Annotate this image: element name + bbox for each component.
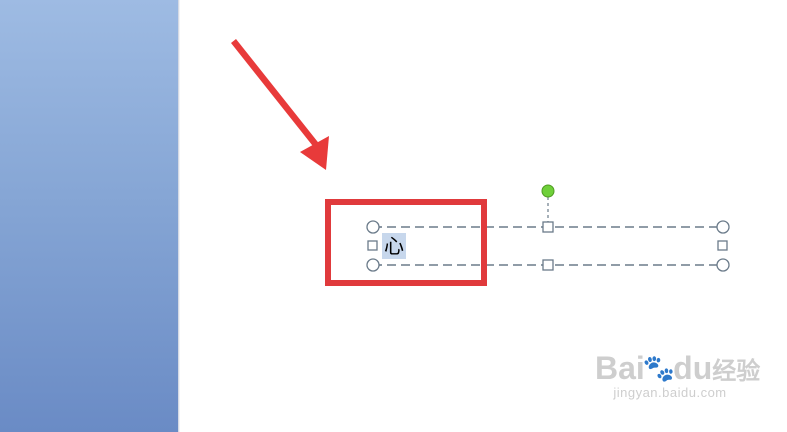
watermark-suffix: 经验 — [712, 358, 761, 385]
watermark-url: jingyan.baidu.com — [613, 385, 727, 400]
resize-handle-top-right[interactable] — [716, 220, 730, 234]
rotation-handle[interactable] — [541, 184, 555, 198]
resize-handle-bottom-center[interactable] — [542, 259, 554, 271]
watermark-logo: Bai🐾du经验 — [595, 350, 760, 387]
baidu-watermark: Bai🐾du经验 jingyan.baidu.com — [595, 350, 760, 400]
annotation-arrow — [231, 39, 329, 170]
resize-handle-right-middle[interactable] — [717, 240, 728, 251]
resize-handle-bottom-right[interactable] — [716, 258, 730, 272]
resize-handle-top-center[interactable] — [542, 221, 554, 233]
resize-handle-left-middle[interactable] — [367, 240, 378, 251]
paw-icon: 🐾 — [642, 353, 676, 383]
resize-handle-top-left[interactable] — [366, 220, 380, 234]
resize-handle-bottom-left[interactable] — [366, 258, 380, 272]
selected-text[interactable]: 心 — [382, 233, 406, 259]
app-window: 心 Bai🐾du经验 jingyan.baidu.com — [0, 0, 787, 432]
annotation-highlight-box — [325, 199, 487, 286]
watermark-brand-1: Bai — [595, 350, 645, 386]
watermark-brand-2: du — [673, 350, 713, 386]
